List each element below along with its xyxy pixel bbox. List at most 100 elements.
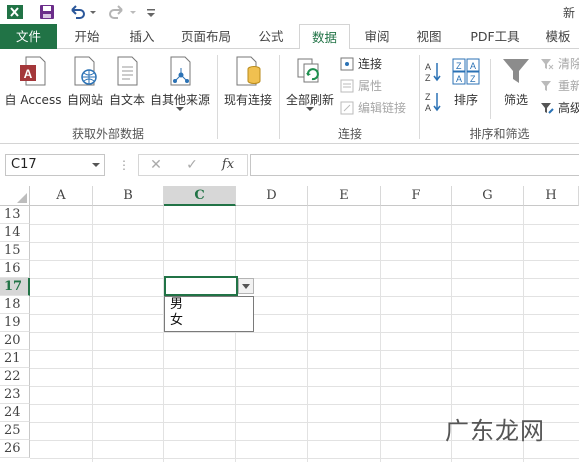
undo-dropdown-icon[interactable] [88,3,98,21]
list-item[interactable]: 女 [165,313,253,329]
sort-ascending-button[interactable]: A Z [424,59,444,83]
group-label-get-external-data: 获取外部数据 [71,127,144,141]
reapply-button[interactable]: 重新 [540,77,579,95]
tab-view[interactable]: 视图 [406,24,452,49]
column-header-g[interactable]: G [452,186,524,206]
column-header-f[interactable]: F [381,186,452,206]
column-header-c[interactable]: C [164,186,236,206]
row-header-19[interactable]: 19 [0,314,30,332]
tab-file[interactable]: 文件 [0,24,57,49]
undo-icon[interactable] [68,3,86,21]
filter-button[interactable]: 筛选 [496,49,536,119]
tab-page-layout[interactable]: 页面布局 [172,24,240,49]
sort-button[interactable]: Z A A Z 排序 [446,49,486,119]
row-gridline [30,296,579,297]
customize-qat-icon[interactable] [146,3,156,21]
active-cell-c17[interactable] [164,276,238,296]
chevron-down-icon [176,107,184,111]
refresh-all-button[interactable]: 全部刷新 [282,49,338,133]
column-gridline [92,206,93,462]
row-gridline [30,350,579,351]
row-header-13[interactable]: 13 [0,206,30,224]
reapply-icon [541,81,551,91]
row-header-18[interactable]: 18 [0,296,30,314]
group-label-sort-filter: 排序和筛选 [469,127,530,141]
name-box-value: C17 [11,157,37,172]
save-icon[interactable] [38,3,56,21]
name-box[interactable]: C17 [5,154,105,176]
select-all-corner[interactable] [0,186,30,206]
tab-insert[interactable]: 插入 [117,24,167,49]
enter-icon[interactable]: ✓ [178,154,206,176]
row-header-22[interactable]: 22 [0,368,30,386]
from-text-button[interactable]: 自文本 [106,49,148,119]
from-access-button[interactable]: A 自 Access [2,49,64,119]
from-other-sources-button[interactable]: 自其他来源 [148,49,212,133]
tab-data[interactable]: 数据 [299,24,350,50]
row-header-16[interactable]: 16 [0,260,30,278]
tab-review[interactable]: 审阅 [354,24,400,49]
list-item[interactable]: 男 [165,297,253,313]
column-header-h[interactable]: H [524,186,579,206]
edit-links-icon [340,101,354,115]
row-header-21[interactable]: 21 [0,350,30,368]
row-header-24[interactable]: 24 [0,404,30,422]
svg-text:A: A [24,67,33,81]
column-header-e[interactable]: E [308,186,381,206]
row-header-14[interactable]: 14 [0,224,30,242]
filter-label: 筛选 [503,93,528,107]
sort-icon: Z A A Z [452,58,480,85]
web-icon [74,56,97,86]
worksheet-grid[interactable]: ABCDEFGH 13 14 15 16 17 18 19 20 21 22 23 24 25 26 男 … [0,186,579,462]
clear-filter-icon [541,59,554,70]
clear-filter-button[interactable]: 清除 [540,55,579,73]
data-validation-list: 男 女 [164,296,254,332]
column-header-b[interactable]: B [93,186,164,206]
edit-links-button[interactable]: 编辑链接 [340,99,416,117]
refresh-all-icon [297,58,319,83]
row-gridline [30,314,579,315]
refresh-all-label: 全部刷新 [285,93,334,107]
properties-label: 属性 [358,79,383,93]
row-header-15[interactable]: 15 [0,242,30,260]
chevron-down-icon[interactable] [92,163,100,167]
row-header-26[interactable]: 26 [0,440,30,458]
from-other-sources-label: 自其他来源 [149,93,210,107]
ribbon-data: A 自 Access 自网站 自文本 自其他来源 获取外部数据 现有连接 全部刷… [0,49,579,144]
row-gridline [30,404,579,405]
redo-dropdown-icon[interactable] [128,3,138,21]
row-header-23[interactable]: 23 [0,386,30,404]
formula-input[interactable] [250,154,579,176]
text-file-icon [117,56,138,86]
tab-formulas[interactable]: 公式 [246,24,296,49]
window-title: 新 [562,6,575,20]
properties-button[interactable]: 属性 [340,77,416,95]
column-header-a[interactable]: A [30,186,93,206]
data-validation-dropdown-button[interactable] [238,278,254,294]
column-gridline [307,206,308,462]
advanced-filter-label: 高级 [558,101,579,115]
ribbon-tabs: 文件 开始 插入 页面布局 公式 数据 审阅 视图 PDF工具 模板 [0,24,579,50]
cancel-icon[interactable]: ✕ [142,154,170,176]
connections-button[interactable]: 连接 [340,55,416,73]
from-web-button[interactable]: 自网站 [64,49,106,119]
svg-text:Z: Z [470,74,476,84]
formula-bar: C17 ⋮ ✕ ✓ fx [0,144,579,186]
existing-connections-button[interactable]: 现有连接 [220,49,276,119]
advanced-filter-icon [541,103,554,114]
column-header-d[interactable]: D [236,186,308,206]
tab-home[interactable]: 开始 [62,24,112,49]
row-header-17[interactable]: 17 [0,278,30,296]
tab-template[interactable]: 模板 [536,24,579,49]
svg-text:Z: Z [425,92,431,102]
row-header-25[interactable]: 25 [0,422,30,440]
column-gridline [380,206,381,462]
tab-pdf-tools[interactable]: PDF工具 [460,24,530,49]
sort-descending-button[interactable]: Z A [424,89,444,113]
redo-icon[interactable] [108,3,126,21]
svg-text:Z: Z [425,73,431,83]
row-header-20[interactable]: 20 [0,332,30,350]
advanced-filter-button[interactable]: 高级 [540,99,579,117]
insert-function-icon[interactable]: fx [214,154,242,176]
from-access-label: 自 Access [4,93,62,107]
